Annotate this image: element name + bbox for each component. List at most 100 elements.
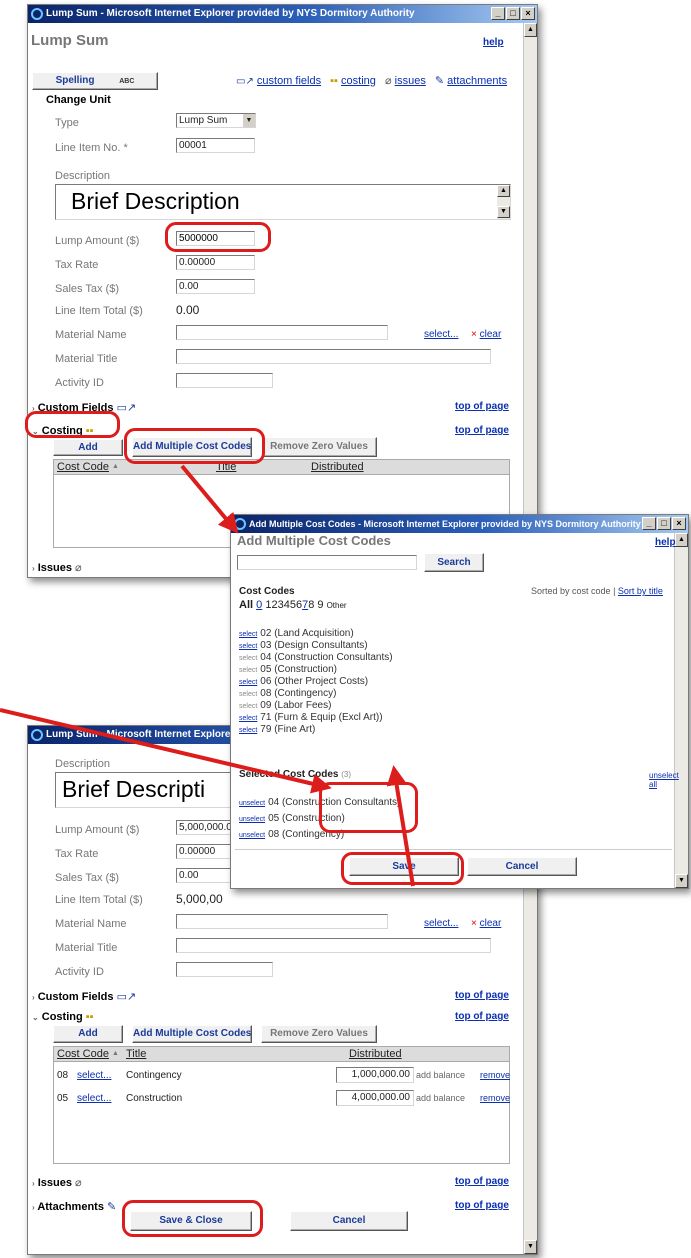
- add-multiple-cost-codes-button[interactable]: Add Multiple Cost Codes: [132, 437, 252, 457]
- add-button[interactable]: Add: [53, 1025, 123, 1043]
- select-link[interactable]: select: [239, 679, 257, 686]
- distributed-input[interactable]: 1,000,000.00: [336, 1067, 414, 1083]
- help-link[interactable]: help: [655, 537, 676, 548]
- select-link[interactable]: select: [239, 727, 257, 734]
- issues-toggle[interactable]: › Issues ⌀: [32, 561, 82, 574]
- issues-toggle[interactable]: › Issues ⌀: [32, 1176, 82, 1189]
- custom-fields-toggle[interactable]: › Custom Fields ▭↗: [32, 401, 136, 414]
- sort-by-title-link[interactable]: Sort by title: [618, 586, 663, 596]
- top-of-page-link[interactable]: top of page: [455, 1176, 509, 1187]
- close-button[interactable]: ×: [672, 517, 686, 530]
- search-input[interactable]: [237, 555, 417, 570]
- top-of-page-link[interactable]: top of page: [455, 990, 509, 1001]
- remove-link[interactable]: remove: [480, 1093, 510, 1103]
- scrollbar[interactable]: ▲: [523, 23, 537, 577]
- costing-toggle[interactable]: ⌄ Costing ▪▪: [32, 1011, 94, 1023]
- unselect-all-link[interactable]: unselect all: [649, 771, 688, 789]
- material-clear[interactable]: × clear: [471, 329, 501, 340]
- scrollbar[interactable]: ▲ ▼: [674, 533, 688, 888]
- search-button[interactable]: Search: [424, 553, 484, 572]
- row-select-link[interactable]: select...: [77, 1093, 111, 1104]
- remove-zero-values-button[interactable]: Remove Zero Values: [261, 437, 377, 457]
- help-link[interactable]: help: [483, 37, 504, 48]
- spelling-button[interactable]: Spelling ABC: [32, 72, 158, 90]
- material-title-input[interactable]: [176, 938, 491, 953]
- material-title-input[interactable]: [176, 349, 491, 364]
- select-link[interactable]: select: [239, 715, 257, 722]
- material-name-input[interactable]: [176, 325, 388, 340]
- add-button[interactable]: Add: [53, 439, 123, 456]
- costing-toggle[interactable]: ⌄ Costing ▪▪: [32, 425, 94, 437]
- type-select[interactable]: Lump Sum ▼: [176, 113, 256, 128]
- save-close-button[interactable]: Save & Close: [130, 1211, 252, 1231]
- tax-rate-input[interactable]: 0.00000: [176, 844, 234, 859]
- select-link[interactable]: select: [239, 643, 257, 650]
- maximize-button[interactable]: □: [506, 7, 520, 20]
- cancel-button[interactable]: Cancel: [290, 1211, 408, 1231]
- save-button[interactable]: Save: [349, 857, 459, 876]
- issues-link[interactable]: issues: [395, 75, 426, 87]
- distributed-input[interactable]: 4,000,000.00: [336, 1090, 414, 1106]
- cost-code-label: 04 (Construction Consultants): [260, 652, 393, 663]
- material-clear-link[interactable]: clear: [480, 918, 502, 929]
- unselect-link[interactable]: unselect: [239, 832, 265, 839]
- add-balance-link[interactable]: add balance: [416, 1070, 465, 1080]
- activity-id-input[interactable]: [176, 962, 273, 977]
- top-of-page-link[interactable]: top of page: [455, 401, 509, 412]
- top-of-page-link[interactable]: top of page: [455, 425, 509, 436]
- sales-tax-input[interactable]: 0.00: [176, 868, 234, 883]
- filter-digit[interactable]: 0: [256, 599, 262, 611]
- line-item-no-input[interactable]: 00001: [176, 138, 255, 153]
- filter-digit[interactable]: 8: [308, 599, 314, 611]
- col-distributed[interactable]: Distributed: [349, 1047, 402, 1061]
- row-select-link[interactable]: select...: [77, 1070, 111, 1081]
- material-clear[interactable]: × clear: [471, 918, 501, 929]
- tax-rate-input[interactable]: 0.00000: [176, 255, 255, 270]
- lump-amount-input[interactable]: 5000000: [176, 231, 255, 246]
- description-textarea[interactable]: Brief Descripti: [55, 772, 255, 808]
- scroll-up-arrow-icon[interactable]: ▲: [675, 533, 688, 547]
- scroll-up-arrow-icon[interactable]: ▲: [524, 23, 537, 37]
- col-title[interactable]: Title: [216, 460, 236, 474]
- remove-link[interactable]: remove: [480, 1070, 510, 1080]
- material-name-input[interactable]: [176, 914, 388, 929]
- table-row: 08 select... Contingency 1,000,000.00 ad…: [54, 1067, 510, 1087]
- custom-fields-link[interactable]: custom fields: [257, 75, 321, 87]
- cancel-button[interactable]: Cancel: [467, 857, 577, 876]
- activity-id-input[interactable]: [176, 373, 273, 388]
- material-clear-link[interactable]: clear: [480, 329, 502, 340]
- col-title[interactable]: Title: [126, 1047, 146, 1061]
- scroll-down-arrow-icon[interactable]: ▼: [497, 206, 510, 218]
- unselect-link[interactable]: unselect: [239, 816, 265, 823]
- attachments-toggle[interactable]: › Attachments ✎: [32, 1200, 116, 1213]
- col-distributed[interactable]: Distributed: [311, 460, 364, 474]
- remove-zero-values-button[interactable]: Remove Zero Values: [261, 1025, 377, 1043]
- minimize-button[interactable]: _: [491, 7, 505, 20]
- add-balance-link[interactable]: add balance: [416, 1093, 465, 1103]
- col-cost-code[interactable]: Cost Code: [57, 460, 109, 474]
- add-multiple-cost-codes-button[interactable]: Add Multiple Cost Codes: [132, 1025, 252, 1043]
- minimize-button[interactable]: _: [642, 517, 656, 530]
- col-cost-code[interactable]: Cost Code: [57, 1047, 109, 1061]
- attachments-link[interactable]: attachments: [447, 75, 507, 87]
- costing-link[interactable]: costing: [341, 75, 376, 87]
- material-select-link[interactable]: select...: [424, 918, 458, 929]
- scroll-down-arrow-icon[interactable]: ▼: [524, 1240, 537, 1254]
- scroll-down-arrow-icon[interactable]: ▼: [675, 874, 688, 888]
- filter-digit[interactable]: 9: [317, 599, 323, 611]
- top-of-page-link[interactable]: top of page: [455, 1011, 509, 1022]
- unselect-link[interactable]: unselect: [239, 800, 265, 807]
- maximize-button[interactable]: □: [657, 517, 671, 530]
- sales-tax-input[interactable]: 0.00: [176, 279, 255, 294]
- lump-amount-input[interactable]: 5,000,000.0: [176, 820, 236, 835]
- material-select-link[interactable]: select...: [424, 329, 458, 340]
- textarea-scrollbar[interactable]: ▲ ▼: [497, 185, 510, 219]
- close-button[interactable]: ×: [521, 7, 535, 20]
- scroll-up-arrow-icon[interactable]: ▲: [497, 185, 510, 197]
- filter-other[interactable]: Other: [327, 601, 347, 610]
- select-link[interactable]: select: [239, 631, 257, 638]
- filter-all[interactable]: All: [239, 599, 253, 611]
- description-textarea[interactable]: Brief Description ▲ ▼: [55, 184, 511, 220]
- custom-fields-toggle[interactable]: › Custom Fields ▭↗: [32, 990, 136, 1003]
- top-of-page-link[interactable]: top of page: [455, 1200, 509, 1211]
